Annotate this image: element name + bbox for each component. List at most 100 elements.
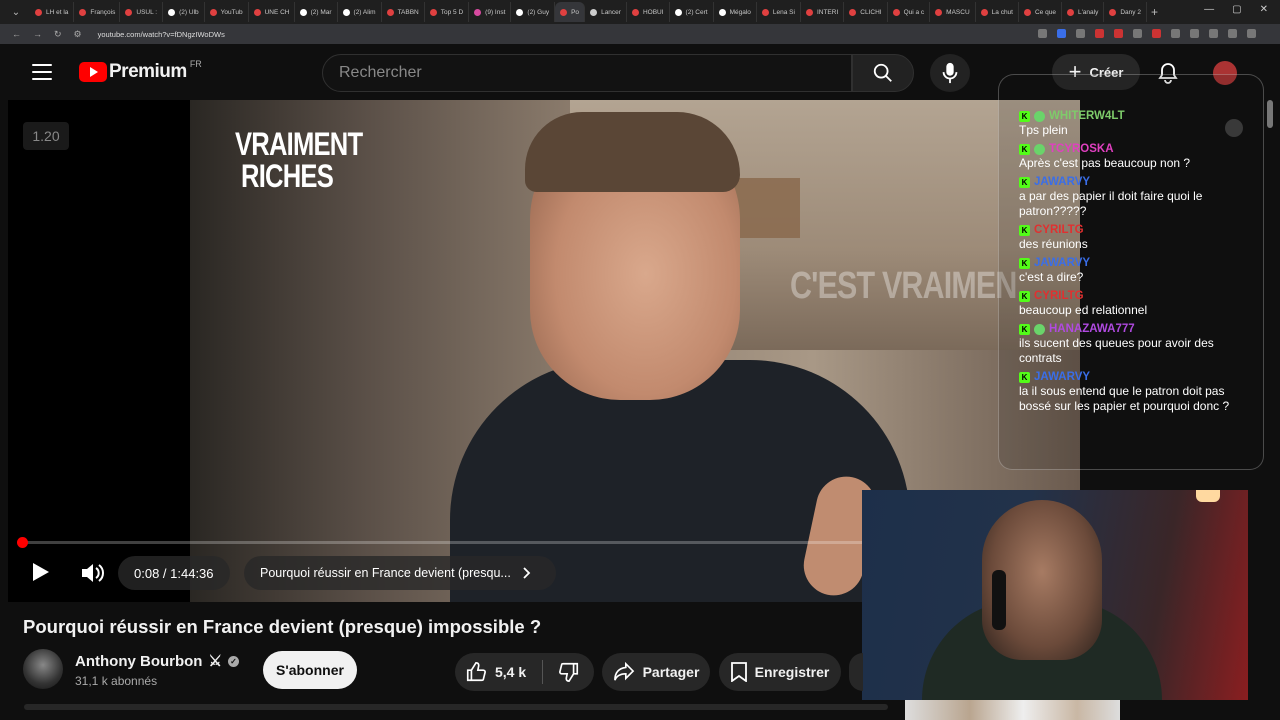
url-field[interactable]: youtube.com/watch?v=fDNgzIWoDWs	[98, 30, 225, 39]
chat-settings-icon[interactable]	[1225, 119, 1243, 137]
extension-icon[interactable]	[1152, 29, 1161, 38]
menu-icon[interactable]	[32, 64, 52, 80]
scrubber-handle[interactable]	[17, 537, 28, 548]
tab-favicon-icon	[516, 8, 524, 16]
browser-tab[interactable]: L'analy	[1062, 2, 1105, 22]
browser-tab[interactable]: François	[74, 2, 121, 22]
extension-icon[interactable]	[1114, 29, 1123, 38]
tab-favicon-icon	[299, 8, 307, 16]
browser-tab[interactable]: (2) Mar	[295, 2, 338, 22]
tab-favicon-icon	[125, 8, 133, 16]
save-button[interactable]: Enregistrer	[719, 653, 841, 691]
browser-tab[interactable]: HOBUI	[627, 2, 670, 22]
menu-icon[interactable]	[1247, 29, 1256, 38]
tab-label: (2) Ulb	[179, 8, 199, 16]
chat-text: a par des papier il doit faire quoi le p…	[1019, 189, 1203, 218]
forward-icon[interactable]: →	[33, 29, 42, 39]
close-icon[interactable]: ✕	[1260, 4, 1268, 15]
chat-text: beaucoup ed relationnel	[1019, 303, 1148, 317]
browser-tab[interactable]: TABBN	[382, 2, 425, 22]
chevron-right-icon	[523, 567, 531, 579]
minimize-icon[interactable]: —	[1204, 4, 1214, 15]
video-caption-vraiment: C'EST VRAIMEN	[790, 265, 1017, 307]
kick-badge-icon: K	[1019, 176, 1030, 188]
chat-user-row: K WHITERW4LT	[1019, 109, 1251, 123]
zoom-icon[interactable]	[1038, 29, 1047, 38]
browser-tab[interactable]: YouTub	[205, 2, 249, 22]
chat-username: JAWARVY	[1034, 176, 1091, 188]
subscriber-count: 31,1 k abonnés	[75, 674, 158, 688]
extension-icon[interactable]	[1133, 29, 1142, 38]
browser-tab[interactable]: (2) Ulb	[163, 2, 205, 22]
search-input[interactable]: Rechercher	[322, 54, 852, 92]
browser-tab[interactable]: LH et la	[30, 2, 75, 22]
browser-tab[interactable]: Lancer	[585, 2, 627, 22]
tab-label: MASCU	[946, 8, 970, 16]
browser-tab[interactable]: Ce que	[1019, 2, 1062, 22]
browser-tab[interactable]: Lena Si	[757, 2, 801, 22]
progress-bar[interactable]	[22, 541, 862, 544]
tab-favicon-icon	[935, 8, 943, 16]
star-icon[interactable]	[1076, 29, 1085, 38]
more-actions-button[interactable]	[849, 653, 863, 691]
kick-badge-icon: K	[1019, 323, 1030, 335]
browser-tab[interactable]: MASCU	[930, 2, 976, 22]
chat-message: K JAWARVY a par des papier il doit faire q…	[1019, 175, 1251, 219]
voice-search-button[interactable]	[930, 54, 970, 92]
dislike-button[interactable]	[543, 653, 594, 691]
tab-favicon-icon	[674, 8, 682, 16]
back-icon[interactable]: ←	[12, 29, 21, 39]
tab-favicon-icon	[79, 8, 87, 16]
maximize-icon[interactable]: ▢	[1232, 4, 1241, 15]
browser-tab[interactable]: USUL :	[120, 2, 164, 22]
browser-tab[interactable]: (9) Inst	[469, 2, 512, 22]
profile-icon[interactable]	[1228, 29, 1237, 38]
browser-tab[interactable]: Po	[555, 2, 586, 22]
chat-username: JAWARVY	[1034, 257, 1091, 269]
horizontal-scrollbar[interactable]	[24, 704, 888, 710]
bookmark-icon	[730, 662, 747, 682]
translate-icon[interactable]	[1057, 29, 1066, 38]
like-button[interactable]: 5,4 k	[455, 653, 542, 691]
browser-tab[interactable]: La chut	[976, 2, 1019, 22]
recommended-thumbnail-strip[interactable]	[905, 700, 1120, 720]
extension-icon[interactable]	[1095, 29, 1104, 38]
page-scrollbar[interactable]	[1267, 100, 1273, 128]
share-button[interactable]: Partager	[602, 653, 710, 691]
time-display: 0:08 / 1:44:36	[118, 556, 230, 590]
reload-icon[interactable]: ↻	[54, 29, 62, 40]
new-tab-button[interactable]: +	[1151, 5, 1158, 19]
browser-tab[interactable]: CLICHI	[844, 2, 888, 22]
browser-tab[interactable]: INTERI	[801, 2, 845, 22]
browser-tab[interactable]: Qui a c	[888, 2, 931, 22]
site-info-icon[interactable]: ⚙	[74, 29, 82, 40]
tab-favicon-icon	[1066, 8, 1074, 16]
tab-favicon-icon	[761, 8, 769, 16]
extension-icon[interactable]	[1209, 29, 1218, 38]
browser-tab[interactable]: Mégalo	[714, 2, 757, 22]
browser-tab[interactable]: (2) Guy	[511, 2, 556, 22]
chat-username: CYRILTG	[1034, 290, 1084, 302]
browser-tab[interactable]: Dany 2	[1104, 2, 1147, 22]
microphone-icon	[942, 62, 958, 84]
channel-name-link[interactable]: Anthony Bourbon ⚔ ✓	[75, 652, 239, 670]
extension-icon[interactable]	[1190, 29, 1199, 38]
chat-username: WHITERW4LT	[1049, 110, 1125, 122]
chat-text: Après c'est pas beaucoup non ?	[1019, 156, 1191, 170]
extension-icon[interactable]	[1171, 29, 1180, 38]
search-button[interactable]	[852, 54, 914, 92]
channel-avatar[interactable]	[23, 649, 63, 689]
subscribe-button[interactable]: S'abonner	[263, 651, 357, 689]
chapter-button[interactable]: Pourquoi réussir en France devient (pres…	[244, 556, 556, 590]
browser-tab[interactable]: UNE CH	[249, 2, 295, 22]
tab-favicon-icon	[209, 8, 217, 16]
browser-tab[interactable]: Top 5 D	[425, 2, 470, 22]
browser-tab[interactable]: (2) Cert	[670, 2, 714, 22]
tab-search-icon[interactable]: ⌄	[8, 4, 24, 20]
save-label: Enregistrer	[754, 664, 830, 680]
browser-tab[interactable]: (2) Alim	[338, 2, 382, 22]
volume-button[interactable]	[80, 562, 104, 589]
youtube-logo[interactable]: Premium FR	[79, 59, 202, 83]
play-button[interactable]	[32, 562, 50, 587]
window-controls: — ▢ ✕	[1204, 4, 1268, 15]
